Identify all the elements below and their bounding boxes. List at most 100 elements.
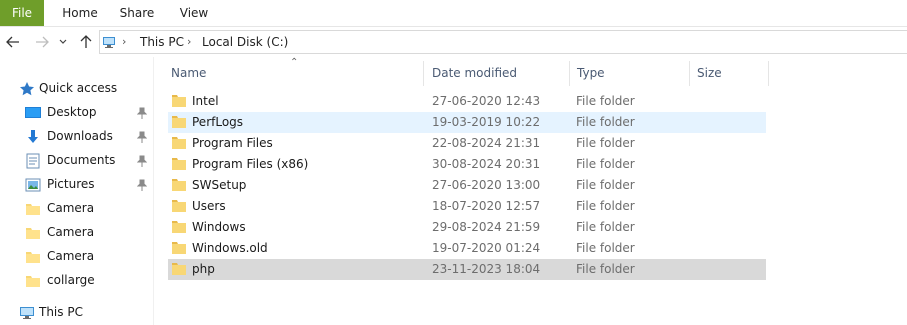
- file-type: File folder: [576, 178, 635, 192]
- breadcrumb-local-disk[interactable]: Local Disk (C:): [202, 35, 288, 49]
- sidebar-item-this-pc[interactable]: This PC: [0, 301, 153, 325]
- sidebar-item-label: Camera: [47, 225, 95, 239]
- file-row[interactable]: Intel 27-06-2020 12:43 File folder: [168, 91, 766, 112]
- folder-icon: [172, 263, 186, 275]
- folder-icon: [26, 252, 40, 263]
- folder-icon: [172, 200, 186, 212]
- file-date-modified: 27-06-2020 13:00: [432, 178, 541, 192]
- computer-icon: [20, 307, 34, 319]
- pin-icon[interactable]: [137, 155, 147, 167]
- sidebar-item-label: Pictures: [47, 177, 95, 191]
- sidebar-item-label: Camera: [47, 249, 95, 263]
- sidebar-item-label: This PC: [39, 305, 83, 319]
- file-type: File folder: [576, 199, 635, 213]
- sidebar-item-camera[interactable]: Camera: [0, 245, 153, 269]
- file-name: Users: [192, 199, 226, 213]
- file-date-modified: 18-07-2020 12:57: [432, 199, 541, 213]
- file-date-modified: 27-06-2020 12:43: [432, 94, 541, 108]
- pictures-icon: [25, 178, 41, 192]
- sidebar-item-label: Desktop: [47, 105, 97, 119]
- breadcrumb-separator-icon: ›: [122, 35, 127, 48]
- file-name: Windows.old: [192, 241, 268, 255]
- file-type: File folder: [576, 115, 635, 129]
- folder-icon: [172, 242, 186, 254]
- tab-share[interactable]: Share: [117, 0, 157, 26]
- sidebar-item-camera[interactable]: Camera: [0, 197, 153, 221]
- breadcrumb-this-pc[interactable]: This PC: [140, 35, 184, 49]
- address-bar[interactable]: › This PC › Local Disk (C:): [99, 30, 907, 54]
- folder-icon: [172, 158, 186, 170]
- breadcrumb-separator-icon: ›: [187, 35, 192, 48]
- back-arrow-icon: [6, 36, 19, 48]
- up-arrow-icon: [80, 35, 92, 48]
- navigation-bar: › This PC › Local Disk (C:): [0, 27, 907, 57]
- folder-icon: [26, 204, 40, 215]
- folder-icon: [172, 95, 186, 107]
- up-button[interactable]: [77, 33, 95, 51]
- column-header-name[interactable]: Name: [163, 60, 423, 87]
- file-type: File folder: [576, 94, 635, 108]
- column-header-date-modified[interactable]: Date modified: [424, 60, 569, 87]
- file-row[interactable]: Users 18-07-2020 12:57 File folder: [168, 196, 766, 217]
- file-name: php: [192, 262, 215, 276]
- folder-icon: [172, 137, 186, 149]
- chevron-down-icon: [59, 39, 67, 44]
- back-button[interactable]: [4, 33, 22, 51]
- sidebar-item-desktop[interactable]: Desktop: [0, 101, 153, 125]
- file-row[interactable]: SWSetup 27-06-2020 13:00 File folder: [168, 175, 766, 196]
- sidebar-item-camera[interactable]: Camera: [0, 221, 153, 245]
- file-date-modified: 29-08-2024 21:59: [432, 220, 541, 234]
- sidebar-item-label: Documents: [47, 153, 116, 167]
- file-type: File folder: [576, 241, 635, 255]
- file-date-modified: 19-03-2019 10:22: [432, 115, 541, 129]
- column-headers: ⌃ Name Date modified Type Size: [163, 57, 907, 87]
- file-date-modified: 19-07-2020 01:24: [432, 241, 541, 255]
- file-type: File folder: [576, 136, 635, 150]
- column-divider[interactable]: [768, 61, 769, 86]
- sidebar-item-label: Quick access: [39, 81, 118, 95]
- column-header-size[interactable]: Size: [689, 60, 769, 87]
- computer-icon: [103, 37, 115, 48]
- forward-arrow-icon: [36, 36, 49, 48]
- pin-icon[interactable]: [137, 107, 147, 119]
- star-icon: [20, 82, 34, 96]
- file-row[interactable]: Program Files (x86) 30-08-2024 20:31 Fil…: [168, 154, 766, 175]
- documents-icon: [26, 153, 40, 169]
- file-row[interactable]: php 23-11-2023 18:04 File folder: [168, 259, 766, 280]
- sidebar-item-label: collarge: [47, 273, 95, 287]
- pane-divider[interactable]: [153, 57, 154, 325]
- sidebar-item-quick-access[interactable]: Quick access: [0, 77, 153, 101]
- file-name: Program Files: [192, 136, 273, 150]
- file-row[interactable]: Program Files 22-08-2024 21:31 File fold…: [168, 133, 766, 154]
- folder-icon: [172, 116, 186, 128]
- pin-icon[interactable]: [137, 179, 147, 191]
- folder-icon: [26, 276, 40, 287]
- folder-icon: [26, 228, 40, 239]
- file-row[interactable]: Windows 29-08-2024 21:59 File folder: [168, 217, 766, 238]
- file-row[interactable]: PerfLogs 19-03-2019 10:22 File folder: [168, 112, 766, 133]
- sidebar-item-collarge[interactable]: collarge: [0, 269, 153, 293]
- recent-locations-button[interactable]: [57, 33, 69, 51]
- file-row[interactable]: Windows.old 19-07-2020 01:24 File folder: [168, 238, 766, 259]
- sidebar-item-downloads[interactable]: Downloads: [0, 125, 153, 149]
- tab-file[interactable]: File: [0, 0, 44, 26]
- column-header-type[interactable]: Type: [569, 60, 689, 87]
- file-date-modified: 30-08-2024 20:31: [432, 157, 541, 171]
- forward-button[interactable]: [33, 33, 51, 51]
- tab-home[interactable]: Home: [58, 0, 102, 26]
- file-name: Program Files (x86): [192, 157, 309, 171]
- tab-view[interactable]: View: [174, 0, 214, 26]
- pin-icon[interactable]: [137, 131, 147, 143]
- file-type: File folder: [576, 220, 635, 234]
- file-date-modified: 23-11-2023 18:04: [432, 262, 541, 276]
- file-type: File folder: [576, 262, 635, 276]
- file-type: File folder: [576, 157, 635, 171]
- folder-icon: [172, 221, 186, 233]
- download-icon: [28, 130, 38, 143]
- folder-icon: [172, 179, 186, 191]
- sidebar-item-label: Downloads: [47, 129, 113, 143]
- sidebar-item-pictures[interactable]: Pictures: [0, 173, 153, 197]
- file-name: SWSetup: [192, 178, 247, 192]
- sidebar-item-documents[interactable]: Documents: [0, 149, 153, 173]
- file-name: Intel: [192, 94, 219, 108]
